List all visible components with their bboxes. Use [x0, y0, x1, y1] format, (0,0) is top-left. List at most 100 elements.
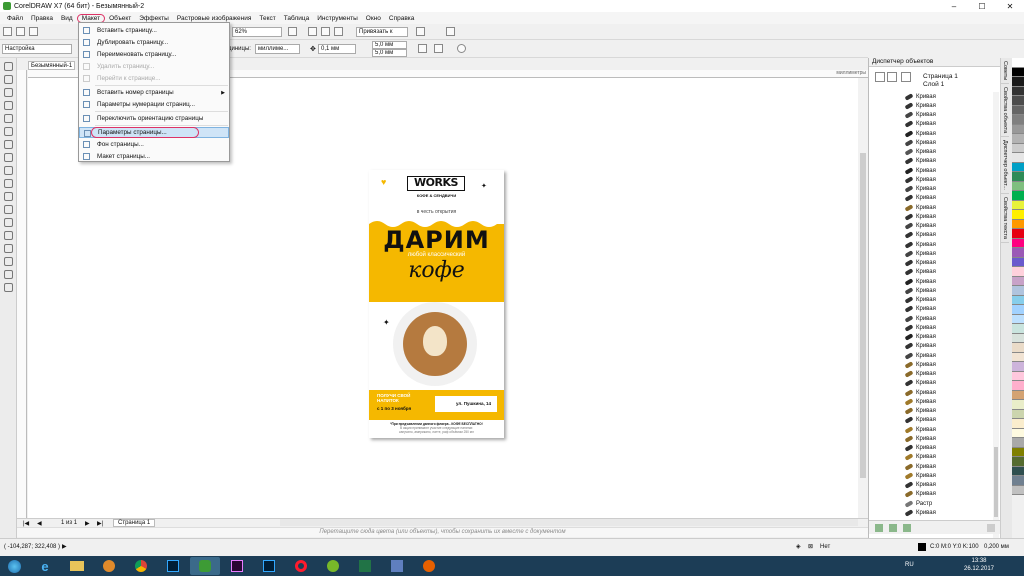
- coreldraw-taskbar-icon[interactable]: [190, 557, 220, 575]
- object-row[interactable]: Кривая: [869, 194, 991, 203]
- duplicate-y-field[interactable]: 5,0 мм: [372, 49, 407, 57]
- rectangle-tool-icon[interactable]: [4, 140, 13, 149]
- color-swatch[interactable]: [1012, 153, 1024, 163]
- chrome-icon[interactable]: [126, 557, 156, 575]
- layer-view-icon[interactable]: [901, 72, 911, 82]
- last-page-icon[interactable]: ▶|: [97, 520, 103, 527]
- menu-item-duplicate-page[interactable]: Дублировать страницу...: [79, 37, 229, 48]
- text-tool-icon[interactable]: [4, 179, 13, 188]
- object-row[interactable]: Кривая: [869, 453, 991, 462]
- clock-date[interactable]: 26.12.2017: [962, 566, 996, 572]
- artistic-media-tool-icon[interactable]: [4, 127, 13, 136]
- docker-scrollbar[interactable]: [993, 92, 999, 538]
- object-row[interactable]: Кривая: [869, 508, 991, 517]
- color-swatch[interactable]: [1012, 428, 1024, 438]
- document-tab[interactable]: Безымянный-1: [28, 61, 75, 70]
- menu-edit[interactable]: Правка: [27, 15, 57, 22]
- save-icon[interactable]: [29, 27, 38, 36]
- docker-tab-1[interactable]: Свойства объекта: [1001, 84, 1009, 138]
- menu-item-insert-page-number[interactable]: Вставить номер страницы ▶: [79, 87, 229, 98]
- menu-item-insert-page[interactable]: Вставить страницу...: [79, 25, 229, 36]
- object-row[interactable]: Кривая: [869, 444, 991, 453]
- object-row[interactable]: Кривая: [869, 416, 991, 425]
- menu-effects[interactable]: Эффекты: [135, 15, 173, 22]
- color-swatch[interactable]: [1012, 86, 1024, 96]
- menu-view[interactable]: Вид: [57, 15, 77, 22]
- object-row[interactable]: Кривая: [869, 471, 991, 480]
- menu-item-page-numbering-settings[interactable]: Параметры нумерации страниц...: [79, 99, 229, 110]
- color-swatch[interactable]: [1012, 134, 1024, 144]
- rulers-icon[interactable]: [308, 27, 317, 36]
- layer-node[interactable]: Слой 1: [923, 81, 944, 88]
- flyer-page[interactable]: WORKS КОФЕ & СЕНДВИЧИ ♥ ✦ в честь открыт…: [369, 170, 504, 438]
- object-row[interactable]: Кривая: [869, 277, 991, 286]
- color-swatch[interactable]: [1012, 172, 1024, 182]
- color-swatch[interactable]: [1012, 476, 1024, 486]
- color-swatch[interactable]: [1012, 381, 1024, 391]
- color-swatch[interactable]: [1012, 200, 1024, 210]
- object-row[interactable]: Кривая: [869, 231, 991, 240]
- object-row[interactable]: Кривая: [869, 212, 991, 221]
- pick-tool-icon[interactable]: [4, 62, 13, 71]
- color-swatch[interactable]: [1012, 485, 1024, 495]
- explorer-icon[interactable]: [62, 557, 92, 575]
- media-player-icon[interactable]: [94, 557, 124, 575]
- first-page-icon[interactable]: |◀: [23, 520, 29, 527]
- object-row[interactable]: Кривая: [869, 434, 991, 443]
- scroll-thumb[interactable]: [860, 153, 866, 478]
- clock-time[interactable]: 13:38: [962, 558, 996, 564]
- units-select[interactable]: миллиме...: [255, 44, 300, 54]
- color-swatch[interactable]: [1012, 238, 1024, 248]
- object-row[interactable]: Кривая: [869, 481, 991, 490]
- menu-bitmaps[interactable]: Растровые изображения: [173, 15, 256, 22]
- color-swatch[interactable]: [1012, 314, 1024, 324]
- object-row[interactable]: Кривая: [869, 259, 991, 268]
- color-swatch[interactable]: [1012, 77, 1024, 87]
- color-swatch[interactable]: [1012, 343, 1024, 353]
- app-icon[interactable]: [382, 557, 412, 575]
- new-layer-icon[interactable]: [875, 524, 883, 532]
- document-palette-hint[interactable]: Перетащите сюда цвета (или объекты), что…: [17, 527, 868, 537]
- premiere-icon[interactable]: [222, 557, 252, 575]
- polygon-tool-icon[interactable]: [4, 166, 13, 175]
- object-row[interactable]: Кривая: [869, 111, 991, 120]
- color-swatch[interactable]: [1012, 191, 1024, 201]
- object-list[interactable]: Кривая Кривая Кривая Кривая Кривая Кривая Крив…: [869, 92, 991, 540]
- object-row[interactable]: Кривая: [869, 342, 991, 351]
- color-swatch[interactable]: [1012, 162, 1024, 172]
- duplicate-x-field[interactable]: 5,0 мм: [372, 41, 407, 49]
- utorrent-icon[interactable]: [318, 557, 348, 575]
- color-swatch[interactable]: [1012, 419, 1024, 429]
- quick-customize-icon[interactable]: [457, 44, 466, 53]
- grid-icon[interactable]: [321, 27, 330, 36]
- color-swatch[interactable]: [1012, 181, 1024, 191]
- menu-help[interactable]: Справка: [385, 15, 419, 22]
- shape-tool-icon[interactable]: [4, 75, 13, 84]
- new-document-icon[interactable]: [3, 27, 12, 36]
- object-row[interactable]: Кривая: [869, 268, 991, 277]
- play-icon[interactable]: ▶: [62, 543, 67, 550]
- menu-item-rename-page[interactable]: Переименовать страницу...: [79, 49, 229, 60]
- color-swatch[interactable]: [1012, 447, 1024, 457]
- connector-tool-icon[interactable]: [4, 205, 13, 214]
- page-tab[interactable]: Страница 1: [113, 519, 156, 527]
- eyedropper-tool-icon[interactable]: [4, 244, 13, 253]
- layer-manager-icon[interactable]: [887, 72, 897, 82]
- menu-table[interactable]: Таблица: [280, 15, 314, 22]
- object-row[interactable]: Кривая: [869, 175, 991, 184]
- firefox-icon[interactable]: [414, 557, 444, 575]
- guidelines-icon[interactable]: [334, 27, 343, 36]
- object-row[interactable]: Кривая: [869, 407, 991, 416]
- object-row[interactable]: Кривая: [869, 333, 991, 342]
- smart-fill-tool-icon[interactable]: [4, 270, 13, 279]
- color-swatch[interactable]: [1012, 96, 1024, 106]
- ie-icon[interactable]: e: [30, 557, 60, 575]
- docker-scroll-thumb[interactable]: [994, 447, 998, 517]
- object-row[interactable]: Кривая: [869, 296, 991, 305]
- color-swatch[interactable]: [1012, 333, 1024, 343]
- page-node[interactable]: Страница 1: [923, 73, 958, 80]
- zoom-tool-icon[interactable]: [4, 101, 13, 110]
- object-row[interactable]: Кривая: [869, 166, 991, 175]
- crop-tool-icon[interactable]: [4, 88, 13, 97]
- object-row[interactable]: Кривая: [869, 370, 991, 379]
